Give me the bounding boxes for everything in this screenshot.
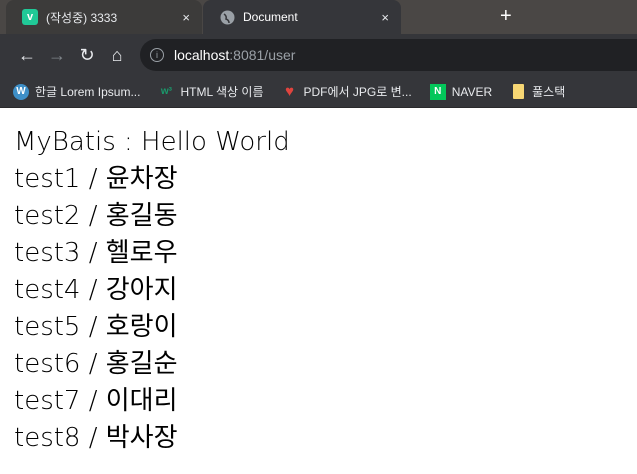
tab-document[interactable]: Document × [203, 0, 401, 34]
bookmark-label: NAVER [451, 84, 493, 99]
forward-button[interactable]: → [42, 45, 72, 66]
user-row: test6 / 홍길순 [14, 349, 178, 379]
user-row: test8 / 박사장 [14, 423, 178, 453]
tab-title: Document [243, 10, 298, 24]
home-button[interactable]: ⌂ [102, 45, 132, 66]
reload-button[interactable]: ↻ [72, 45, 102, 66]
w3-icon: w³ [160, 86, 172, 97]
wordpress-icon: W [13, 83, 29, 100]
user-row: test5 / 호랑이 [14, 312, 178, 342]
heart-icon: ♥ [285, 83, 294, 100]
close-tab-icon[interactable]: × [381, 10, 389, 25]
page-content: MyBatis : Hello World test1 / 윤차장 test2 … [0, 108, 637, 457]
new-tab-button[interactable]: + [500, 5, 512, 28]
address-bar[interactable]: i localhost:8081/user [140, 39, 637, 71]
bookmark-lorem[interactable]: W 한글 Lorem Ipsum... [13, 83, 140, 100]
bookmark-html-colors[interactable]: w³ HTML 색상 이름 [158, 83, 264, 100]
bookmark-pdf-jpg[interactable]: ♥ PDF에서 JPG로 변... [282, 83, 412, 100]
bookmark-label: PDF에서 JPG로 변... [303, 85, 412, 99]
close-tab-icon[interactable]: × [182, 10, 190, 25]
bookmark-fullstack[interactable]: 풀스택 [510, 83, 565, 100]
tab-title: (작성중) 3333 [46, 10, 118, 25]
user-row: test3 / 헬로우 [14, 238, 178, 268]
bookmark-label: 풀스택 [532, 85, 566, 99]
user-row: test2 / 홍길동 [14, 201, 178, 231]
bookmark-naver[interactable]: N NAVER [429, 83, 493, 100]
user-row: test4 / 강아지 [14, 275, 178, 305]
tab-bar: v (작성중) 3333 × Document × + [0, 0, 637, 34]
url-host: localhost [174, 47, 230, 63]
globe-icon [219, 9, 235, 25]
url-path: :8081/user [229, 47, 296, 63]
user-row: test7 / 이대리 [14, 386, 178, 416]
naver-icon: N [429, 83, 446, 100]
back-button[interactable]: ← [12, 45, 42, 66]
tab-draft[interactable]: v (작성중) 3333 × [6, 0, 202, 34]
bookmark-label: HTML 색상 이름 [180, 85, 264, 99]
page-title: MyBatis : Hello World [14, 127, 290, 157]
folder-icon [510, 84, 526, 100]
vlog-icon: v [22, 9, 38, 25]
info-icon[interactable]: i [150, 48, 164, 62]
bookmarks-bar: W 한글 Lorem Ipsum... w³ HTML 색상 이름 ♥ PDF에서 J… [0, 76, 637, 108]
toolbar: ← → ↻ ⌂ i localhost:8081/user [0, 34, 637, 76]
bookmark-label: 한글 Lorem Ipsum... [35, 85, 141, 99]
user-row: test1 / 윤차장 [14, 164, 178, 194]
